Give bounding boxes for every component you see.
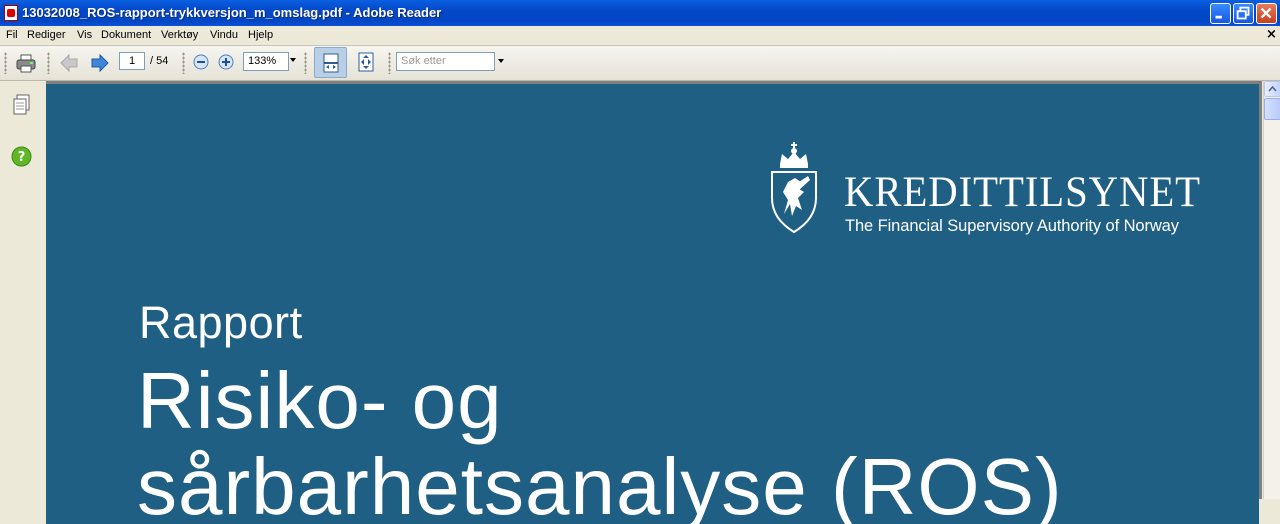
search-dropdown-arrow[interactable]	[498, 59, 504, 63]
brand-name: KREDITTILSYNET	[844, 169, 1201, 214]
minimize-icon	[1215, 15, 1222, 19]
restore-button[interactable]	[1233, 3, 1254, 24]
document-title-line-2: sårbarhetsanalyse (ROS)	[137, 442, 1063, 524]
help-icon[interactable]: ?	[11, 146, 32, 167]
scroll-up-button[interactable]	[1264, 81, 1280, 97]
menu-file[interactable]: Fil	[6, 29, 18, 41]
toolbar-grip[interactable]	[304, 52, 307, 74]
pages-icon[interactable]	[12, 94, 32, 116]
menu-window[interactable]: Vindu	[210, 29, 238, 41]
scroll-thumb[interactable]	[1264, 98, 1280, 120]
document-kicker: Rapport	[139, 297, 303, 348]
arrow-left-icon[interactable]	[58, 52, 80, 74]
chevron-up-icon	[1268, 86, 1277, 92]
menu-tools[interactable]: Verktøy	[161, 29, 198, 41]
toolbar-grip[interactable]	[4, 52, 7, 74]
document-title-line-1: Risiko- og	[137, 356, 503, 445]
zoom-in-icon[interactable]	[218, 54, 234, 70]
document-viewport[interactable]: KREDITTILSYNET The Financial Supervisory…	[46, 81, 1262, 524]
menu-help[interactable]: Hjelp	[248, 29, 273, 41]
fit-page-icon[interactable]	[356, 52, 376, 72]
menu-edit[interactable]: Rediger	[27, 29, 66, 41]
vertical-scrollbar[interactable]	[1263, 81, 1280, 499]
toolbar-grip[interactable]	[182, 52, 185, 74]
pdf-document-icon	[4, 5, 18, 21]
fit-width-icon	[323, 53, 339, 73]
close-icon	[1260, 7, 1272, 19]
zoom-out-icon[interactable]	[193, 54, 209, 70]
pdf-page: KREDITTILSYNET The Financial Supervisory…	[46, 84, 1259, 524]
window-title: 13032008_ROS-rapport-trykkversjon_m_omsl…	[22, 5, 442, 20]
page-number-input[interactable]: 1	[119, 52, 145, 70]
toolbar	[0, 46, 1280, 81]
svg-text:?: ?	[18, 150, 26, 165]
print-icon[interactable]	[15, 52, 37, 74]
coat-of-arms-logo	[771, 142, 817, 234]
brand-subtitle: The Financial Supervisory Authority of N…	[845, 217, 1179, 235]
toolbar-grip[interactable]	[388, 52, 391, 74]
restore-icon	[1236, 6, 1250, 20]
brand-wordmark: KREDITTILSYNET	[844, 169, 1201, 214]
zoom-dropdown-arrow[interactable]	[290, 58, 296, 62]
close-window-button[interactable]	[1256, 3, 1277, 24]
toolbar-grip[interactable]	[47, 52, 50, 74]
menu-document[interactable]: Dokument	[101, 29, 151, 41]
close-document-button[interactable]: ×	[1266, 27, 1277, 42]
menu-bar: Fil Rediger Vis Dokument Verktøy Vindu H…	[0, 26, 1280, 46]
page-total-label: / 54	[150, 55, 169, 67]
arrow-right-icon[interactable]	[89, 52, 111, 74]
minimize-button[interactable]	[1210, 3, 1231, 24]
title-bar: 13032008_ROS-rapport-trykkversjon_m_omsl…	[0, 0, 1280, 26]
zoom-level-input[interactable]: 133%	[243, 52, 289, 71]
menu-view[interactable]: Vis	[77, 29, 92, 41]
fit-width-button[interactable]	[314, 47, 347, 78]
search-input[interactable]: Søk etter	[396, 52, 495, 71]
navigation-pane: ?	[0, 81, 47, 499]
